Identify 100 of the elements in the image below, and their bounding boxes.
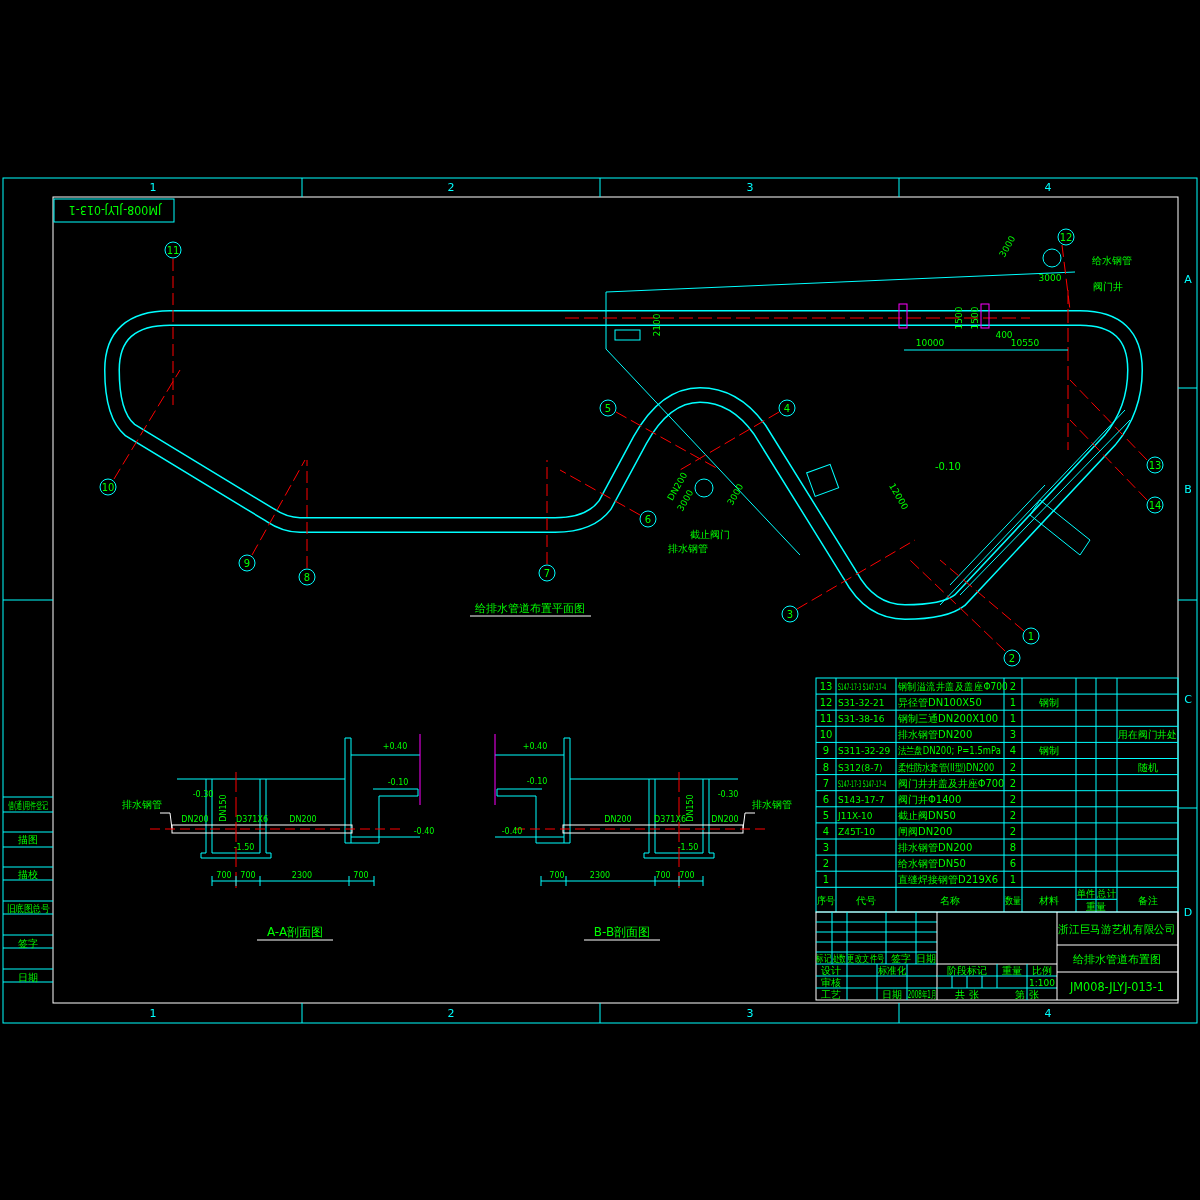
valve-circle bbox=[1042, 248, 1062, 268]
valve-circle bbox=[694, 478, 714, 498]
table-cell: 阀门井Φ1400 bbox=[898, 793, 962, 805]
table-cell: 7 bbox=[822, 777, 830, 789]
side-panel-label: 签字 bbox=[18, 938, 38, 949]
table-cell: S147-17-3 S147-17-4 bbox=[838, 681, 887, 693]
title-block-label: 比例 bbox=[1032, 965, 1052, 976]
dimension-text: 3000 bbox=[1038, 273, 1062, 283]
table-cell: 2 bbox=[822, 858, 830, 870]
dimension-text: 700 bbox=[240, 871, 256, 880]
grid-row-label: C bbox=[1184, 693, 1192, 706]
grid-column-label: 3 bbox=[746, 1007, 754, 1020]
side-panel-label: 描校 bbox=[18, 869, 38, 880]
dimension-text: 400 bbox=[995, 330, 1013, 340]
section-title: B-B剖面图 bbox=[593, 925, 651, 939]
axis-marker: 3 bbox=[781, 605, 799, 623]
table-cell: 2 bbox=[1009, 681, 1017, 692]
table-cell: S311-32-29 bbox=[838, 746, 891, 757]
grid-column-label: 2 bbox=[447, 181, 455, 194]
table-header: 材料 bbox=[1039, 895, 1059, 907]
table-cell: S31-32-21 bbox=[838, 698, 885, 709]
grid-row-label: B bbox=[1184, 483, 1192, 496]
axis-marker: 7 bbox=[538, 564, 556, 582]
table-cell: 阀门井井盖及井座Φ700 bbox=[898, 777, 1005, 789]
table-cell: 6 bbox=[822, 793, 830, 805]
axis-marker: 1 bbox=[1022, 627, 1040, 645]
grid-column-label: 1 bbox=[149, 181, 157, 194]
table-header: 备注 bbox=[1137, 895, 1158, 907]
pipe-label: DN200 bbox=[181, 815, 209, 824]
title-block-label: 签字 bbox=[891, 953, 911, 964]
dimension-text: 1500 bbox=[970, 306, 980, 330]
dimension-text: 700 bbox=[216, 871, 232, 880]
table-cell: 2 bbox=[1009, 809, 1017, 821]
axis-marker: 6 bbox=[639, 510, 657, 528]
dimension-text: 10000 bbox=[915, 338, 945, 348]
axis-marker: 10 bbox=[99, 478, 117, 496]
elevation-text: -0.30 bbox=[717, 790, 739, 799]
table-cell: 钢制溢流井盖及盖座Φ700 bbox=[898, 680, 1008, 693]
dimension-text: 1500 bbox=[954, 306, 964, 330]
scale-value: 1:100 bbox=[1029, 978, 1055, 988]
table-cell: J11X-10 bbox=[838, 810, 873, 821]
table-cell: 1 bbox=[822, 874, 830, 886]
title-block-label: 更改文件号 bbox=[847, 952, 885, 965]
table-cell: 异径管DN100X50 bbox=[898, 697, 982, 709]
drawing-number: JM008-JLYJ-013-1 bbox=[1069, 979, 1165, 995]
grid-column-label: 4 bbox=[1044, 1007, 1052, 1020]
title-block-label: 阶段标记 bbox=[947, 965, 987, 976]
pipe-label: DN200 bbox=[604, 815, 632, 824]
grid-row-label: A bbox=[1184, 273, 1192, 286]
axis-marker: 2 bbox=[1003, 649, 1021, 667]
company-name: 浙江巨马游艺机有限公司 bbox=[1058, 922, 1176, 937]
table-cell: 直缝焊接钢管D219X6 bbox=[898, 874, 998, 886]
grid-row-label: D bbox=[1183, 906, 1193, 919]
drawing-title: 给排水管道布置图 bbox=[1073, 953, 1161, 966]
table-cell: 12 bbox=[819, 697, 833, 709]
title-block-label: 设计 bbox=[821, 965, 841, 976]
dimension-text: 700 bbox=[353, 871, 369, 880]
pipe-label: D371X6 bbox=[236, 815, 268, 824]
axis-marker: 11 bbox=[164, 241, 182, 259]
pipe-label: D371X6 bbox=[654, 815, 686, 824]
table-cell: 4 bbox=[1009, 745, 1017, 757]
table-cell: 1 bbox=[1009, 697, 1017, 709]
title-block-label: 日期 bbox=[916, 953, 936, 964]
table-cell: S143-17-7 bbox=[838, 794, 885, 805]
note-text: 截止阀门 bbox=[690, 529, 730, 540]
table-cell: 8 bbox=[822, 761, 830, 773]
table-header: 代号 bbox=[856, 895, 876, 907]
drawing-number: JM008-JLYJ-013-1 bbox=[68, 202, 162, 218]
valve-pit-outline bbox=[806, 463, 840, 497]
section-title: A-A剖面图 bbox=[266, 925, 324, 939]
axis-marker: 4 bbox=[778, 399, 796, 417]
dimension-text: 10550 bbox=[1010, 338, 1040, 348]
title-block-label: 标准化 bbox=[877, 964, 907, 977]
note-text: 排水钢管 bbox=[122, 799, 162, 810]
flange-mark bbox=[980, 303, 990, 329]
note-text: 给水钢管 bbox=[1092, 255, 1132, 266]
title-block-label: 审核 bbox=[821, 977, 841, 988]
table-cell: 6 bbox=[1009, 858, 1017, 870]
grid-column-label: 3 bbox=[746, 181, 754, 194]
dimension-text: 2300 bbox=[291, 871, 313, 880]
table-cell: 4 bbox=[822, 825, 830, 837]
dimension-text: 700 bbox=[655, 871, 671, 880]
table-cell: 闸阀DN200 bbox=[898, 825, 953, 837]
title-block-label: 重量 bbox=[1002, 965, 1022, 976]
elevation-text: -0.10 bbox=[387, 778, 409, 787]
table-cell: S312(8-7) bbox=[838, 762, 883, 773]
table-cell: 2 bbox=[1009, 777, 1017, 789]
dimension-text: 2300 bbox=[589, 871, 611, 880]
axis-marker: 12 bbox=[1057, 228, 1075, 246]
table-cell: Z45T-10 bbox=[838, 826, 875, 837]
table-cell: 11 bbox=[819, 713, 833, 725]
table-cell: 2 bbox=[1009, 761, 1017, 773]
table-cell: 3 bbox=[1009, 729, 1017, 741]
table-cell: S147-17-3 S147-17-4 bbox=[838, 777, 887, 790]
title-block-label: 日期 bbox=[882, 989, 902, 1000]
table-header: 序号 bbox=[816, 894, 836, 907]
table-cell: 1 bbox=[1009, 713, 1017, 725]
table-cell: 5 bbox=[822, 809, 830, 821]
title-block-label: 标记 bbox=[816, 952, 832, 965]
pipe-label: DN150 bbox=[686, 794, 695, 822]
